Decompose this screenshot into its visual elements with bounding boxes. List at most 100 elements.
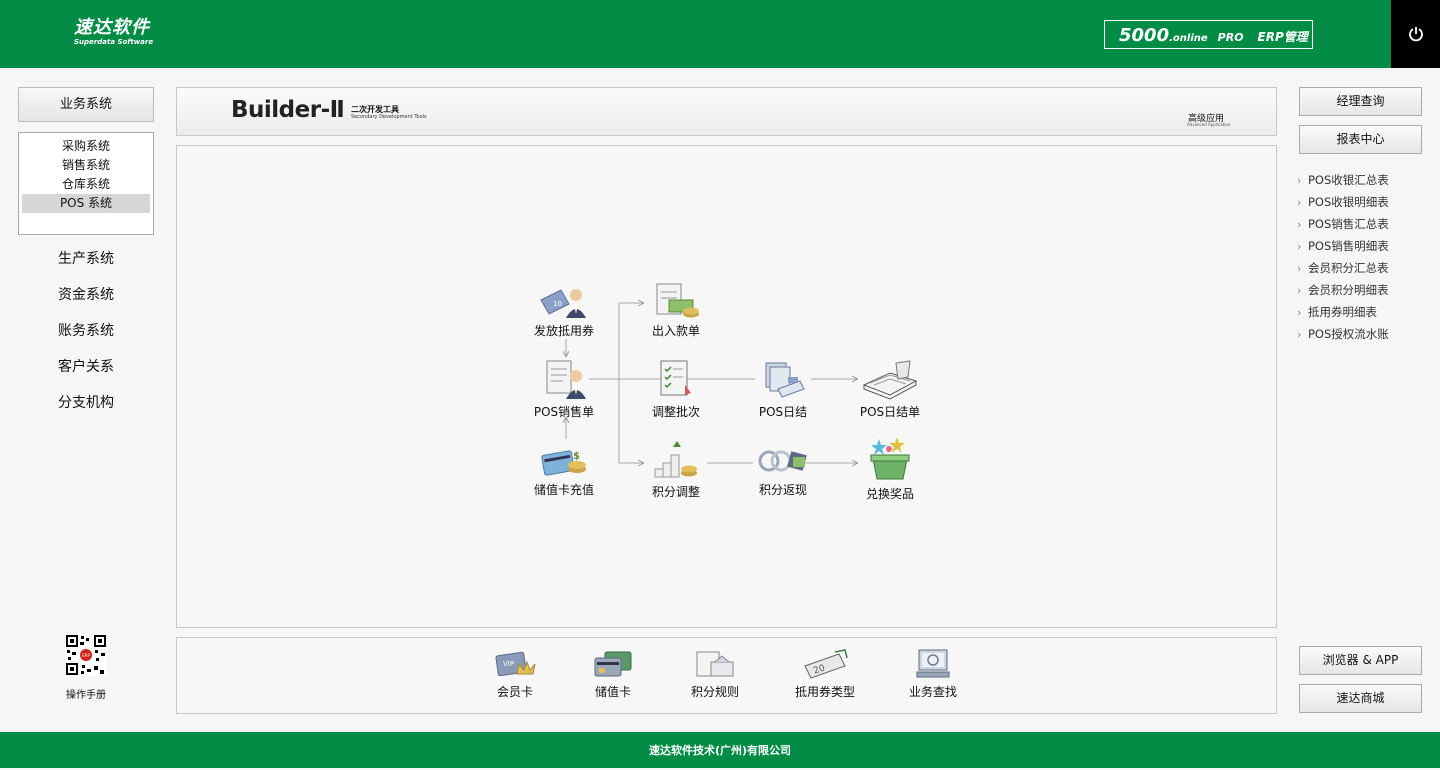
power-button[interactable] xyxy=(1391,0,1440,68)
builder-subtitle-en: Secondary Development Tools xyxy=(351,114,427,120)
business-submenu: 采购系统 销售系统 仓库系统 POS 系统 xyxy=(18,132,154,235)
logo-main-text: 速达软件 xyxy=(74,17,150,38)
report-item-label: POS收银汇总表 xyxy=(1308,173,1389,187)
tool-stored-value-card[interactable]: 储值卡 xyxy=(568,648,658,700)
flow-cash-in-out[interactable]: 出入款单 xyxy=(631,280,721,339)
flow-pos-sales[interactable]: POS销售单 xyxy=(519,359,609,420)
report-item[interactable]: › 会员积分汇总表 xyxy=(1297,259,1389,281)
pos-sales-icon xyxy=(546,360,586,399)
report-item-label: POS收银明细表 xyxy=(1308,195,1389,209)
business-search-icon xyxy=(916,649,950,678)
company-logo: 速达软件 Superdata Software xyxy=(74,17,154,47)
tool-points-rules-label: 积分规则 xyxy=(690,685,739,699)
tool-voucher-type-label: 抵用券类型 xyxy=(794,685,855,699)
manager-query-button[interactable]: 经理查询 xyxy=(1299,87,1422,116)
chevron-right-icon: › xyxy=(1297,196,1302,209)
svg-text:10: 10 xyxy=(553,300,562,308)
browser-app-button[interactable]: 浏览器 & APP xyxy=(1299,646,1422,675)
report-item[interactable]: › POS授权流水账 xyxy=(1297,325,1389,347)
points-rules-icon xyxy=(696,651,734,677)
tool-member-card-label: 会员卡 xyxy=(496,685,533,699)
svg-text:VIP: VIP xyxy=(503,660,514,668)
flow-adjust-batch[interactable]: 调整批次 xyxy=(631,359,721,420)
report-item[interactable]: › POS销售明细表 xyxy=(1297,237,1389,259)
pos-flow-panel: 10 发放抵用券 POS销售单 $ 储值卡充值 出入款单 调整批次 积分调整 P… xyxy=(176,145,1277,628)
flow-redeem-prize[interactable]: 兑换奖品 xyxy=(845,435,935,502)
pos-daily-close-icon xyxy=(765,362,805,398)
chevron-right-icon: › xyxy=(1297,218,1302,231)
report-item-label: 抵用券明细表 xyxy=(1308,305,1377,319)
flow-card-recharge-label: 储值卡充值 xyxy=(533,483,594,497)
card-recharge-icon: $ xyxy=(541,450,586,476)
nav-branches[interactable]: 分支机构 xyxy=(18,392,154,412)
footer-company: 速达软件技术(广州)有限公司 xyxy=(648,744,792,757)
chevron-right-icon: › xyxy=(1297,240,1302,253)
pos-daily-close-sheet-icon xyxy=(862,360,918,400)
tool-voucher-type[interactable]: 20 抵用券类型 xyxy=(780,648,870,700)
chevron-right-icon: › xyxy=(1297,328,1302,341)
report-item[interactable]: › 抵用券明细表 xyxy=(1297,303,1389,325)
flow-pos-daily-close-sheet-label: POS日结单 xyxy=(859,405,921,419)
report-item[interactable]: › POS销售汇总表 xyxy=(1297,215,1389,237)
member-card-icon: VIP xyxy=(495,651,536,677)
left-nav: 业务系统 xyxy=(18,87,154,122)
logo-sub-text: Superdata Software xyxy=(74,38,154,46)
tool-member-card[interactable]: VIP 会员卡 xyxy=(470,648,560,700)
flow-adjust-batch-label: 调整批次 xyxy=(651,405,700,419)
chevron-right-icon: › xyxy=(1297,174,1302,187)
flow-points-cashback[interactable]: 积分返现 xyxy=(738,443,828,498)
flow-redeem-prize-label: 兑换奖品 xyxy=(865,487,914,501)
report-center-button[interactable]: 报表中心 xyxy=(1299,125,1422,154)
svg-text:ERP: ERP xyxy=(82,653,90,658)
tool-business-search-label: 业务查找 xyxy=(908,685,957,699)
power-icon xyxy=(1408,27,1423,42)
nav-crm[interactable]: 客户关系 xyxy=(18,356,154,376)
header-bar: 速达软件 Superdata Software 5000 .online PRO… xyxy=(0,0,1440,68)
nav-accounting[interactable]: 账务系统 xyxy=(18,320,154,340)
voucher-issue-icon: 10 xyxy=(540,289,586,318)
qr-code-icon: ERP xyxy=(65,634,107,676)
report-item-label: 会员积分明细表 xyxy=(1308,283,1389,297)
report-item[interactable]: › 会员积分明细表 xyxy=(1297,281,1389,303)
submenu-pos[interactable]: POS 系统 xyxy=(22,194,150,213)
chevron-right-icon: › xyxy=(1297,262,1302,275)
flow-issue-voucher[interactable]: 10 发放抵用券 xyxy=(519,284,609,339)
tool-business-search[interactable]: 业务查找 xyxy=(888,648,978,700)
builder-title: Builder-Ⅱ xyxy=(231,97,345,123)
report-list: › POS收银汇总表 › POS收银明细表 › POS销售汇总表 › POS销售明细表 … xyxy=(1297,171,1389,347)
mall-button[interactable]: 速达商城 xyxy=(1299,684,1422,713)
report-item[interactable]: › POS收银明细表 xyxy=(1297,193,1389,215)
flow-cash-in-out-label: 出入款单 xyxy=(651,324,700,338)
product-badge: 5000 .online PRO ERP管理 xyxy=(1104,20,1313,49)
business-system-button[interactable]: 业务系统 xyxy=(18,87,154,122)
flow-pos-daily-close[interactable]: POS日结 xyxy=(738,359,828,420)
flow-points-adjust[interactable]: 积分调整 xyxy=(631,439,721,500)
submenu-purchase[interactable]: 采购系统 xyxy=(22,137,150,156)
report-item-label: POS授权流水账 xyxy=(1308,327,1389,341)
cash-in-out-icon xyxy=(656,283,699,318)
submenu-warehouse[interactable]: 仓库系统 xyxy=(22,175,150,194)
footer-bar: 速达软件技术(广州)有限公司 xyxy=(0,732,1440,768)
nav-funds[interactable]: 资金系统 xyxy=(18,284,154,304)
flow-pos-daily-close-sheet[interactable]: POS日结单 xyxy=(845,359,935,420)
product-name: ERP管理 xyxy=(1257,30,1308,44)
submenu-sales[interactable]: 销售系统 xyxy=(22,156,150,175)
report-item-label: POS销售明细表 xyxy=(1308,239,1389,253)
voucher-type-icon: 20 xyxy=(804,649,848,679)
manual-link[interactable]: ERP 操作手册 xyxy=(56,634,116,701)
builder-banner[interactable]: Builder-Ⅱ 二次开发工具 Secondary Development T… xyxy=(176,87,1277,136)
advanced-app-en: Advanced Application xyxy=(1187,122,1231,127)
chevron-right-icon: › xyxy=(1297,284,1302,297)
bottom-tools-panel: VIP 会员卡 储值卡 积分规则 20 抵用券类型 业务查找 xyxy=(176,637,1277,714)
product-suffix: .online xyxy=(1169,33,1208,44)
nav-production[interactable]: 生产系统 xyxy=(18,248,154,268)
tool-points-rules[interactable]: 积分规则 xyxy=(670,648,760,700)
points-adjust-icon xyxy=(654,441,697,478)
report-item[interactable]: › POS收银汇总表 xyxy=(1297,171,1389,193)
flow-points-cashback-label: 积分返现 xyxy=(758,483,807,497)
chevron-right-icon: › xyxy=(1297,306,1302,319)
points-cashback-icon xyxy=(758,450,807,472)
product-edition: PRO xyxy=(1217,31,1244,44)
flow-pos-daily-close-label: POS日结 xyxy=(758,405,808,419)
flow-card-recharge[interactable]: $ 储值卡充值 xyxy=(519,443,609,498)
